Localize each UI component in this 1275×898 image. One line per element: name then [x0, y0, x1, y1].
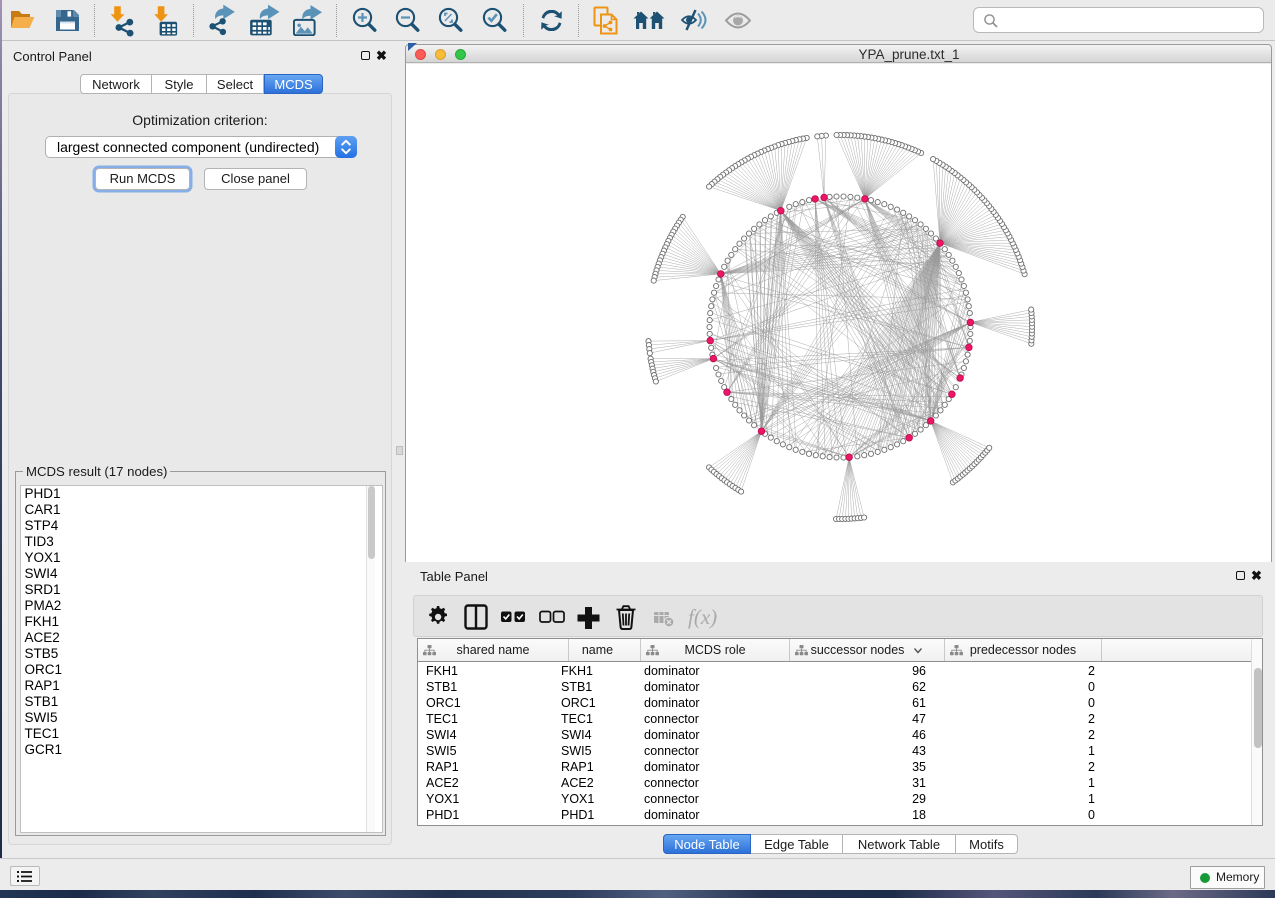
- svg-text:f(x): f(x): [688, 605, 717, 629]
